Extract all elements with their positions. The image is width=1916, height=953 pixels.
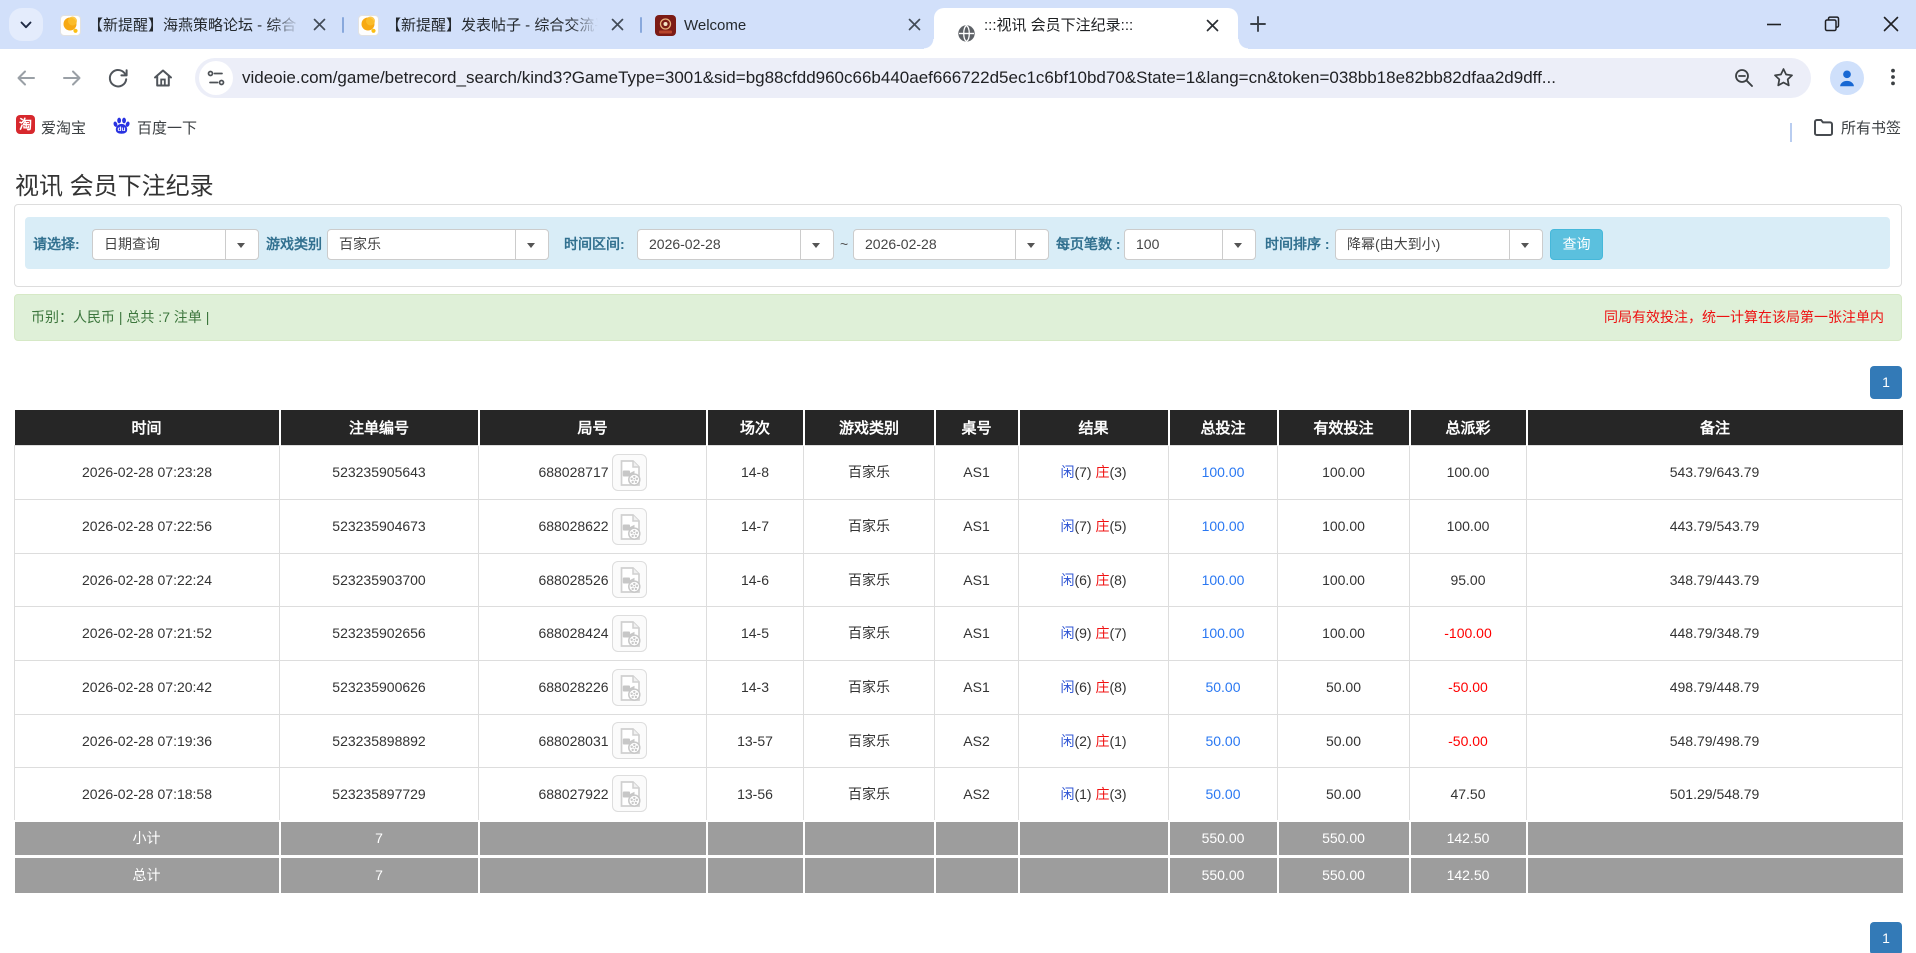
svg-text:du: du: [118, 126, 126, 133]
